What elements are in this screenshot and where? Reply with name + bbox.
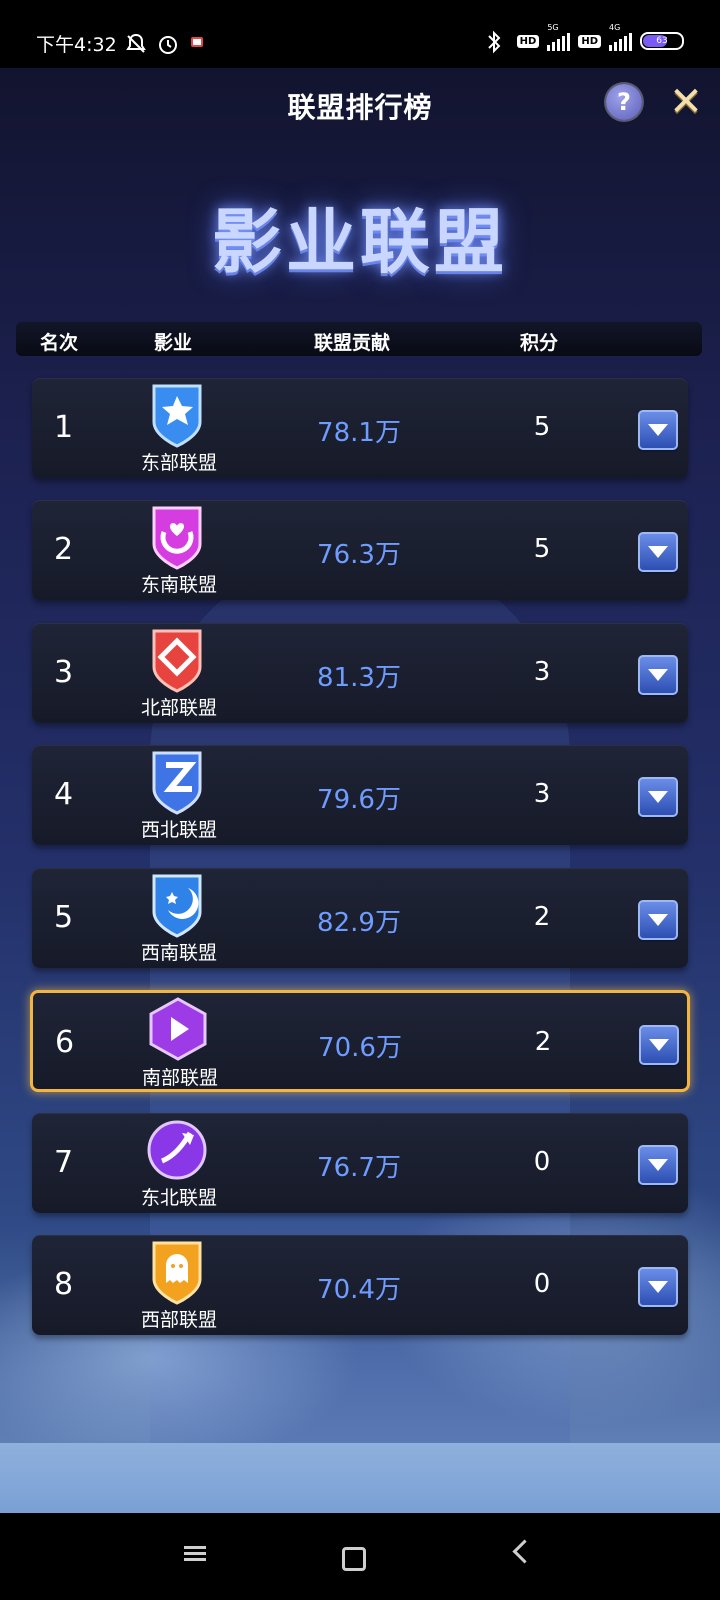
help-button[interactable]: ? (606, 84, 642, 120)
alliance-contribution: 76.7万 (317, 1153, 401, 1183)
chevron-down-icon (648, 1281, 668, 1293)
alliance-contribution: 82.9万 (317, 908, 401, 938)
alliance-score: 3 (533, 779, 551, 809)
alliance-score: 3 (533, 657, 551, 687)
app-notification-icon (189, 33, 213, 55)
diamond-shield-icon (142, 625, 212, 695)
alliance-name: 北部联盟 (140, 697, 217, 719)
chevron-down-icon (648, 669, 668, 681)
alliance-score: 2 (533, 902, 551, 932)
leaderboard-row[interactable]: 6 南部联盟 70.6万 2 (30, 990, 690, 1092)
star-shield-icon (142, 380, 212, 450)
ghost-shield-icon (142, 1237, 212, 1307)
leaderboard-row[interactable]: 3 北部联盟 81.3万 3 (32, 623, 688, 723)
banner-title: 影业联盟 (212, 201, 508, 283)
chevron-down-icon (648, 791, 668, 803)
background-floor (0, 1443, 720, 1513)
alliance-name: 南部联盟 (141, 1067, 218, 1089)
alliance-name: 西部联盟 (140, 1309, 217, 1331)
leaderboard-row[interactable]: 1 东部联盟 78.1万 5 (32, 378, 688, 478)
rank-number: 6 (55, 1025, 75, 1060)
leaderboard-row[interactable]: 2 东南联盟 76.3万 5 (32, 500, 688, 600)
rank-number: 8 (54, 1267, 74, 1302)
rank-number: 3 (54, 655, 74, 690)
alliance-score: 2 (534, 1027, 552, 1057)
alliance-name: 东北联盟 (140, 1187, 217, 1209)
leaderboard-row[interactable]: 4 西北联盟 79.6万 3 (32, 745, 688, 845)
heart-moon-shield-icon (142, 502, 212, 572)
leaderboard-row[interactable]: 8 西部联盟 70.4万 0 (32, 1235, 688, 1335)
column-contribution-header: 联盟贡献 (314, 332, 391, 354)
alliance-contribution: 78.1万 (317, 418, 401, 448)
signal-5g-icon: 5G (547, 23, 571, 51)
alliance-contribution: 70.4万 (317, 1275, 401, 1305)
system-nav-bar (0, 1513, 720, 1600)
column-studio-header: 影业 (154, 332, 193, 354)
expand-row-button[interactable] (638, 410, 678, 450)
bell-off-icon (125, 33, 149, 55)
chevron-down-icon (648, 424, 668, 436)
expand-row-button[interactable] (639, 1025, 679, 1065)
alliance-name: 西北联盟 (140, 819, 217, 841)
hd-badge: HD (516, 34, 540, 48)
alliance-score: 0 (533, 1147, 551, 1177)
alliance-contribution: 70.6万 (318, 1033, 402, 1063)
chevron-down-icon (648, 1159, 668, 1171)
expand-row-button[interactable] (638, 777, 678, 817)
alliance-name: 西南联盟 (140, 942, 217, 964)
comet-circle-icon (142, 1115, 212, 1185)
home-nav-button[interactable] (342, 1547, 366, 1571)
signal-4g-icon: 4G (609, 23, 632, 51)
z-shield-icon (142, 747, 212, 817)
alliance-score: 5 (533, 412, 551, 442)
column-score-header: 积分 (520, 332, 559, 354)
play-hexagon-icon (143, 995, 213, 1065)
rank-number: 5 (54, 900, 74, 935)
chevron-down-icon (649, 1039, 669, 1051)
alarm-icon (157, 33, 181, 55)
moon-star-shield-icon (142, 870, 212, 940)
leaderboard-row[interactable]: 5 西南联盟 82.9万 2 (32, 868, 688, 968)
menu-nav-button[interactable] (184, 1543, 206, 1564)
alliance-contribution: 81.3万 (317, 663, 401, 693)
close-button[interactable]: ✕ (666, 82, 706, 122)
alliance-name: 东部联盟 (140, 452, 217, 474)
status-time: 下午4:32 (36, 34, 117, 56)
rank-number: 7 (54, 1145, 74, 1180)
expand-row-button[interactable] (638, 655, 678, 695)
status-bar: 下午4:32 HD 5G HD 4G 63 (0, 0, 720, 68)
chevron-down-icon (648, 914, 668, 926)
chevron-down-icon (648, 546, 668, 558)
column-rank-header: 名次 (40, 332, 79, 354)
expand-row-button[interactable] (638, 532, 678, 572)
battery-icon: 63 (640, 32, 684, 50)
leaderboard-row[interactable]: 7 东北联盟 76.7万 0 (32, 1113, 688, 1213)
bluetooth-icon (485, 30, 509, 54)
alliance-contribution: 79.6万 (317, 785, 401, 815)
leaderboard-screen: 联盟排行榜 ? ✕ 影业联盟 名次 影业 联盟贡献 积分 1 东部联盟 78.1… (0, 68, 720, 1513)
expand-row-button[interactable] (638, 1267, 678, 1307)
alliance-score: 5 (533, 534, 551, 564)
alliance-contribution: 76.3万 (317, 540, 401, 570)
hd-badge-2: HD (578, 34, 601, 48)
back-nav-button[interactable] (512, 1539, 537, 1564)
rank-number: 1 (54, 410, 74, 445)
alliance-name: 东南联盟 (140, 574, 217, 596)
alliance-score: 0 (533, 1269, 551, 1299)
rank-number: 4 (54, 777, 74, 812)
expand-row-button[interactable] (638, 900, 678, 940)
table-header: 名次 影业 联盟贡献 积分 (16, 322, 702, 356)
expand-row-button[interactable] (638, 1145, 678, 1185)
rank-number: 2 (54, 532, 74, 567)
